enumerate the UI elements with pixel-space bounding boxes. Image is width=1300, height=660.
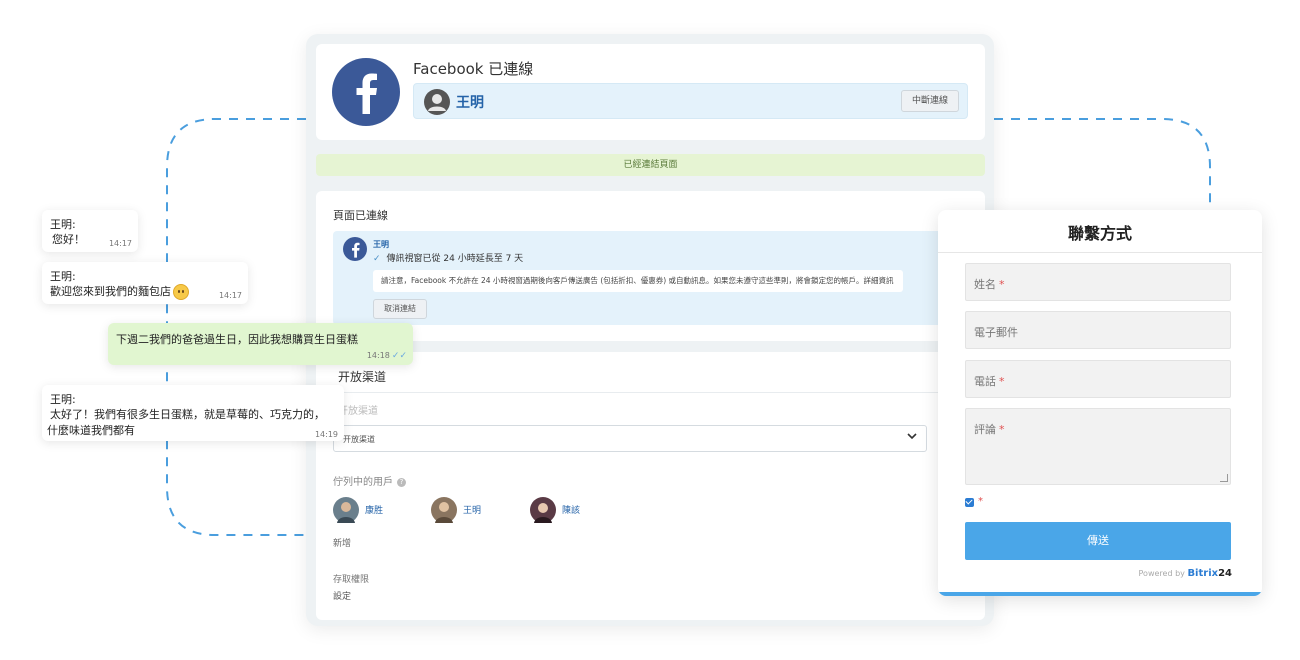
- powered-by-text: Powered by: [1138, 569, 1185, 578]
- phone-label-text: 電話: [974, 375, 996, 388]
- disconnect-button[interactable]: 中斷連線: [900, 90, 959, 112]
- message-time: 14:17: [108, 239, 132, 248]
- settings-link[interactable]: 設定: [333, 589, 351, 602]
- add-user-link[interactable]: 新增: [333, 536, 351, 549]
- open-channel-hint: 开放渠道: [338, 406, 378, 417]
- page-connected-heading: 頁面已連線: [333, 209, 388, 222]
- message-time: 14:17: [218, 291, 242, 300]
- double-check-icon: ✓✓: [391, 351, 407, 361]
- unlink-button[interactable]: 取消連結: [373, 299, 427, 319]
- message-sender: 王明:: [50, 218, 76, 231]
- window-extended-line: ✓ 傳訊視窗已從 24 小時延長至 7 天: [373, 251, 523, 264]
- user-avatar-icon: [424, 89, 450, 115]
- queue-user-name: 陳該: [562, 506, 581, 516]
- message-time-line: 14:18 ✓✓: [367, 351, 407, 361]
- facebook-connected-title: Facebook 已連線: [413, 60, 534, 78]
- chat-message-outgoing: 下週二我們的爸爸過生日，因此我想購買生日蛋糕 14:18 ✓✓: [108, 323, 413, 365]
- connected-user-name: 王明: [456, 95, 484, 111]
- brand-number: 24: [1218, 568, 1232, 579]
- divider: [332, 392, 977, 393]
- phone-field-label: 電話 *: [974, 373, 1005, 389]
- divider: [938, 252, 1262, 253]
- send-button[interactable]: 傳送: [965, 522, 1231, 560]
- name-label-text: 姓名: [974, 278, 996, 291]
- chat-message: 王明: 太好了！我們有很多生日蛋糕，就是草莓的、巧克力的， 什麼味道我們都有 1…: [42, 385, 344, 441]
- resize-handle-icon[interactable]: [1220, 474, 1228, 482]
- user-avatar: [431, 497, 457, 523]
- message-text-continued: 什麼味道我們都有: [47, 424, 135, 437]
- open-channel-select[interactable]: 开放渠道: [333, 425, 927, 452]
- message-text: 歡迎您來到我們的麵包店: [50, 285, 171, 298]
- connected-user-bar: 王明 中斷連線: [413, 83, 968, 119]
- form-bottom-bar: [938, 592, 1262, 596]
- facebook-connection-card: Facebook 已連線 王明 中斷連線: [316, 44, 985, 140]
- chevron-down-icon: [906, 430, 918, 445]
- queue-user-name: 王明: [463, 506, 482, 516]
- queue-user-name: 康胜: [365, 506, 384, 516]
- chat-message: 王明: 您好！ 14:17: [42, 210, 138, 252]
- stage: Facebook 已連線 王明 中斷連線 已經連結頁面 頁面已連線 王明 ✓ 傳…: [0, 0, 1300, 660]
- message-text: 您好！: [52, 233, 85, 246]
- check-icon: ✓: [373, 254, 381, 264]
- brand-name: Bitrix: [1187, 568, 1219, 579]
- open-channel-title: 开放渠道: [338, 370, 387, 384]
- comment-field[interactable]: 評論 *: [965, 408, 1231, 485]
- message-sender: 王明:: [50, 270, 76, 283]
- consent-checkbox[interactable]: [965, 498, 974, 507]
- message-time: 14:18: [366, 351, 390, 360]
- smile-emoji-icon: [173, 284, 189, 300]
- email-field-label: 電子郵件: [974, 326, 1018, 339]
- comment-label-text: 評論: [974, 423, 996, 436]
- page-connected-card: 頁面已連線 王明 ✓ 傳訊視窗已從 24 小時延長至 7 天 請注意，Facebo…: [316, 191, 985, 341]
- bitrix24-logo: Bitrix24: [1187, 568, 1232, 579]
- required-mark: *: [999, 423, 1005, 436]
- open-channel-card: 开放渠道 开放渠道 开放渠道 佇列中的用戶? 康胜 王明 陳該 新增 存取權限 …: [316, 352, 985, 620]
- message-text: 下週二我們的爸爸過生日，因此我想購買生日蛋糕: [116, 333, 358, 346]
- user-avatar: [333, 497, 359, 523]
- message-sender: 王明:: [50, 393, 76, 406]
- window-extended-text: 傳訊視窗已從 24 小時延長至 7 天: [386, 254, 524, 264]
- consent-required-mark: *: [978, 496, 983, 507]
- user-avatar: [530, 497, 556, 523]
- name-field-label: 姓名 *: [974, 276, 1005, 292]
- required-mark: *: [999, 375, 1005, 388]
- form-title: 聯繫方式: [1067, 224, 1132, 243]
- email-field[interactable]: 電子郵件: [965, 311, 1231, 349]
- comment-field-label: 評論 *: [974, 421, 1005, 437]
- message-time: 14:19: [314, 430, 338, 439]
- page-user-name: 王明: [373, 240, 389, 249]
- facebook-page-icon: [343, 237, 367, 261]
- page-info-box: 王明 ✓ 傳訊視窗已從 24 小時延長至 7 天 請注意，Facebook 不允許…: [333, 231, 983, 325]
- access-permissions-label: 存取權限: [333, 575, 370, 585]
- select-value: 开放渠道: [343, 435, 375, 444]
- contact-form: 聯繫方式 姓名 * 電子郵件 電話 * 評論 * * 傳送 Powered by Bi…: [938, 210, 1262, 596]
- queue-users-text: 佇列中的用戶: [333, 477, 393, 488]
- chat-message: 王明: 歡迎您來到我們的麵包店 14:17: [42, 262, 248, 304]
- powered-by: Powered by Bitrix24: [1139, 568, 1232, 579]
- page-linked-banner: 已經連結頁面: [316, 154, 985, 176]
- queue-users-label: 佇列中的用戶?: [333, 473, 406, 488]
- phone-field[interactable]: 電話 *: [965, 360, 1231, 398]
- message-text: 太好了！我們有很多生日蛋糕，就是草莓的、巧克力的，: [50, 408, 325, 421]
- help-icon[interactable]: ?: [397, 477, 406, 487]
- policy-notice: 請注意，Facebook 不允許在 24 小時視窗過期後向客戶傳送廣告 (包括折…: [373, 270, 903, 292]
- facebook-logo-icon: [332, 58, 400, 126]
- name-field[interactable]: 姓名 *: [965, 263, 1231, 301]
- message-text-line: 歡迎您來到我們的麵包店: [50, 283, 189, 300]
- required-mark: *: [999, 278, 1005, 291]
